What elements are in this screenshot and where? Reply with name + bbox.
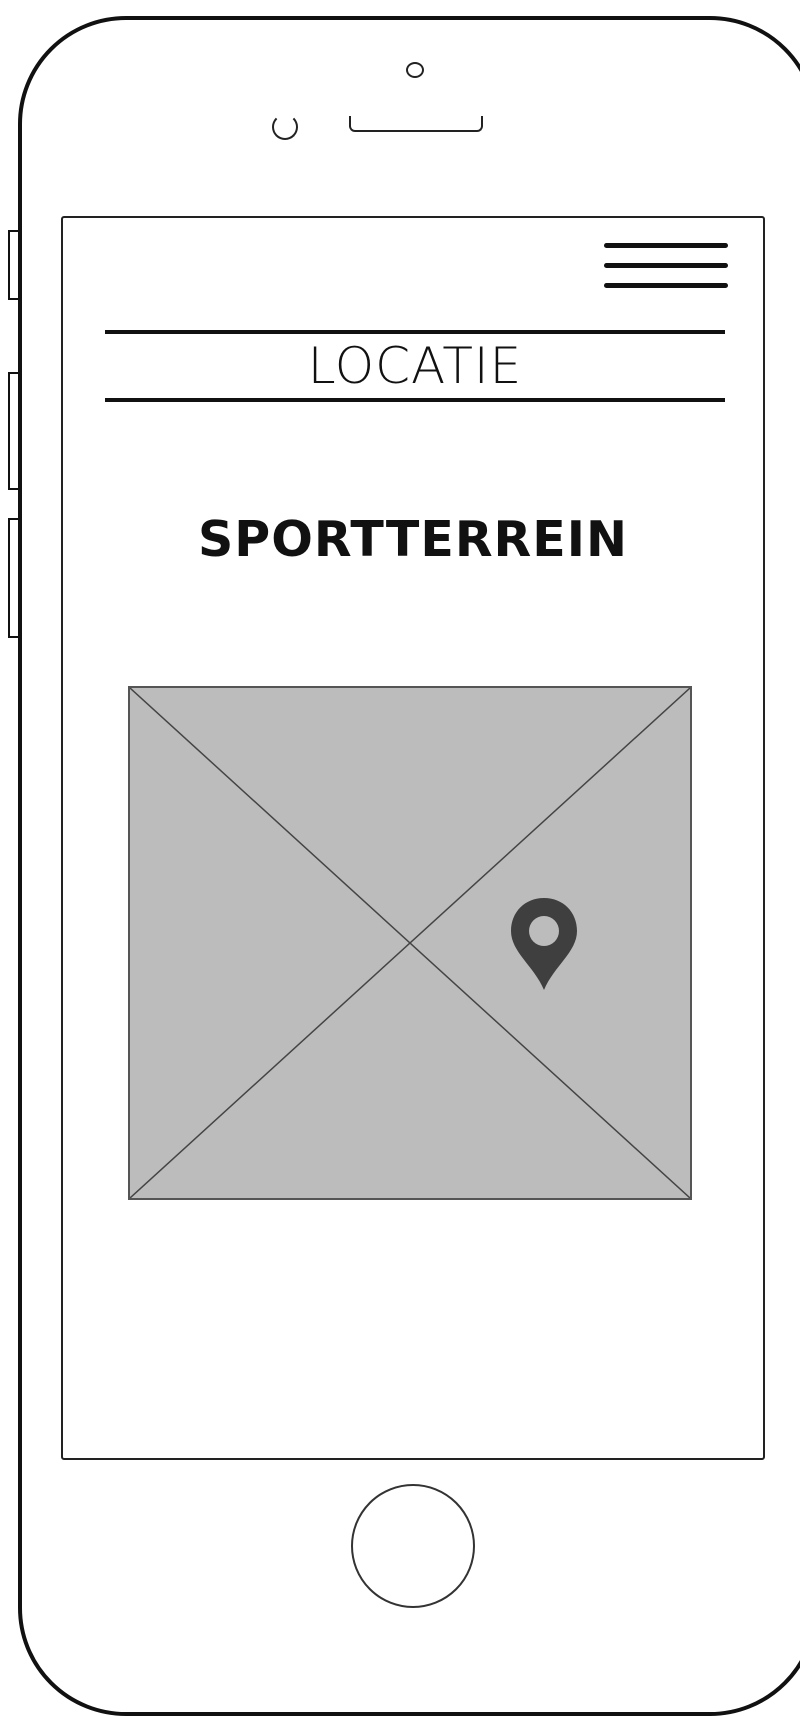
hamburger-menu-icon[interactable]: [604, 230, 728, 288]
page-title: LOCATIE: [307, 337, 523, 395]
phone-screen: LOCATIE SPORTTERREIN: [61, 216, 765, 1460]
location-name: SPORTTERREIN: [197, 511, 628, 568]
map-pin-icon[interactable]: [508, 896, 580, 992]
menu-bar: [604, 243, 728, 248]
phone-mute-switch: [8, 230, 18, 300]
front-camera-icon: [406, 62, 424, 78]
phone-volume-up-button: [8, 372, 18, 490]
menu-bar: [604, 283, 728, 288]
phone-volume-down-button: [8, 518, 18, 638]
image-placeholder-icon: [130, 688, 690, 1198]
proximity-sensor-icon: [272, 114, 298, 140]
earpiece-speaker: [349, 116, 483, 132]
home-button-icon[interactable]: [351, 1484, 475, 1608]
title-divider-bottom: [105, 398, 725, 402]
menu-bar: [604, 263, 728, 268]
title-divider-top: [105, 330, 725, 334]
map-view[interactable]: [128, 686, 692, 1200]
